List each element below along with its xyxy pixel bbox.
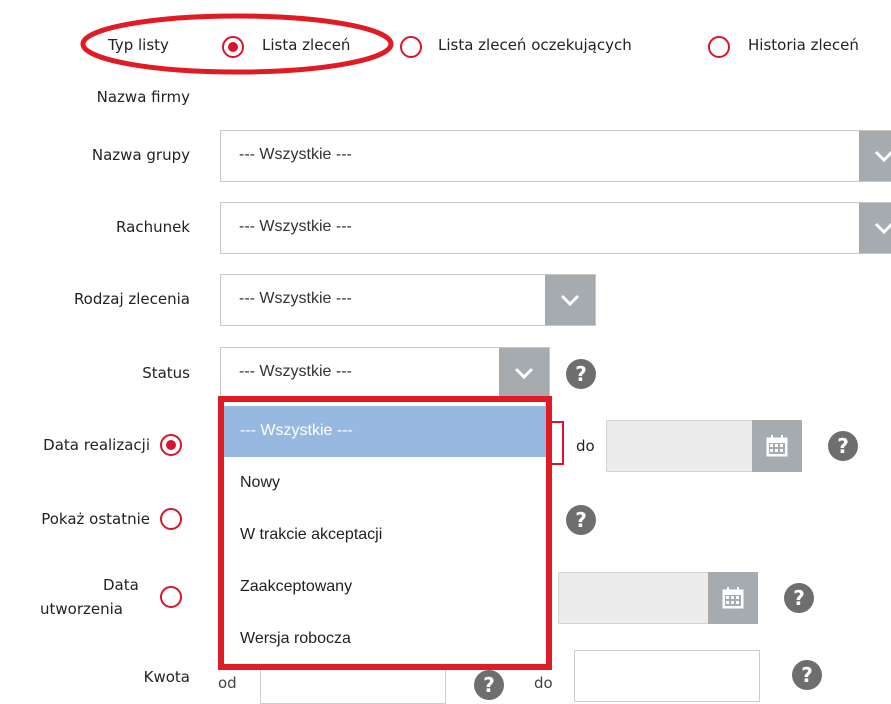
status-option-label: W trakcie akceptacji [240, 526, 383, 543]
status-option-all[interactable]: --- Wszystkie --- [224, 406, 546, 457]
status-option-new[interactable]: Nowy [224, 458, 546, 509]
radio-created-date[interactable] [160, 586, 182, 608]
account-select-value: --- Wszystkie --- [239, 218, 352, 235]
amount-from-label: od [218, 674, 237, 692]
status-option-label: --- Wszystkie --- [240, 422, 353, 439]
amount-label: Kwota [143, 668, 190, 686]
annotation-ellipse [80, 13, 394, 75]
help-glyph: ? [837, 434, 849, 458]
account-select[interactable]: --- Wszystkie --- [220, 202, 891, 254]
status-option-in-acceptance[interactable]: W trakcie akceptacji [224, 510, 546, 561]
status-label: Status [142, 364, 190, 382]
status-option-label: Zaakceptowany [240, 578, 353, 595]
status-dropdown-list: --- Wszystkie --- Nowy W trakcie akcepta… [218, 396, 552, 670]
exec-date-from-input-edge[interactable] [550, 421, 564, 465]
show-last-label: Pokaż ostatnie [41, 510, 150, 528]
radio-order-history-label[interactable]: Historia zleceń [748, 36, 859, 54]
created-date-label-line1: Data [103, 576, 139, 594]
order-type-select[interactable]: --- Wszystkie --- [220, 274, 596, 326]
group-select-value: --- Wszystkie --- [239, 146, 352, 163]
chevron-down-icon[interactable] [859, 131, 891, 181]
help-glyph: ? [483, 673, 495, 697]
chevron-down-icon[interactable] [499, 348, 549, 398]
show-last-help-icon[interactable]: ? [566, 505, 596, 535]
exec-date-label: Data realizacji [43, 436, 150, 454]
status-option-draft[interactable]: Wersja robocza [224, 614, 546, 665]
account-label: Rachunek [116, 218, 190, 236]
chevron-down-icon[interactable] [545, 275, 595, 325]
status-option-accepted[interactable]: Zaakceptowany [224, 562, 546, 613]
help-glyph: ? [575, 362, 587, 386]
status-option-label: Wersja robocza [240, 630, 351, 647]
help-glyph: ? [575, 508, 587, 532]
status-option-label: Nowy [240, 474, 281, 491]
help-glyph: ? [793, 586, 805, 610]
help-glyph: ? [801, 663, 813, 687]
status-help-icon[interactable]: ? [566, 359, 596, 389]
created-date-help-icon[interactable]: ? [784, 583, 814, 613]
amount-help-icon[interactable]: ? [474, 670, 504, 700]
radio-pending-orders[interactable] [400, 36, 422, 58]
group-select[interactable]: --- Wszystkie --- [220, 130, 891, 182]
radio-pending-orders-label[interactable]: Lista zleceń oczekujących [438, 36, 632, 54]
exec-date-to-label: do [576, 437, 595, 455]
amount-to-label: do [534, 674, 553, 692]
calendar-icon[interactable] [708, 572, 758, 624]
exec-date-help-icon[interactable]: ? [828, 431, 858, 461]
radio-show-last[interactable] [160, 508, 182, 530]
created-date-label-line2: utworzenia [40, 600, 123, 618]
status-select[interactable]: --- Wszystkie --- [220, 347, 550, 399]
chevron-down-icon[interactable] [859, 203, 891, 253]
calendar-icon[interactable] [752, 420, 802, 472]
company-name-label: Nazwa firmy [96, 88, 190, 106]
amount-to-input[interactable] [574, 650, 760, 702]
order-type-select-value: --- Wszystkie --- [239, 290, 352, 307]
amount-help-icon-2[interactable]: ? [792, 660, 822, 690]
radio-order-history[interactable] [708, 36, 730, 58]
status-select-value: --- Wszystkie --- [239, 363, 352, 380]
radio-exec-date[interactable] [160, 434, 182, 456]
group-name-label: Nazwa grupy [91, 146, 190, 164]
order-type-label: Rodzaj zlecenia [73, 290, 190, 308]
